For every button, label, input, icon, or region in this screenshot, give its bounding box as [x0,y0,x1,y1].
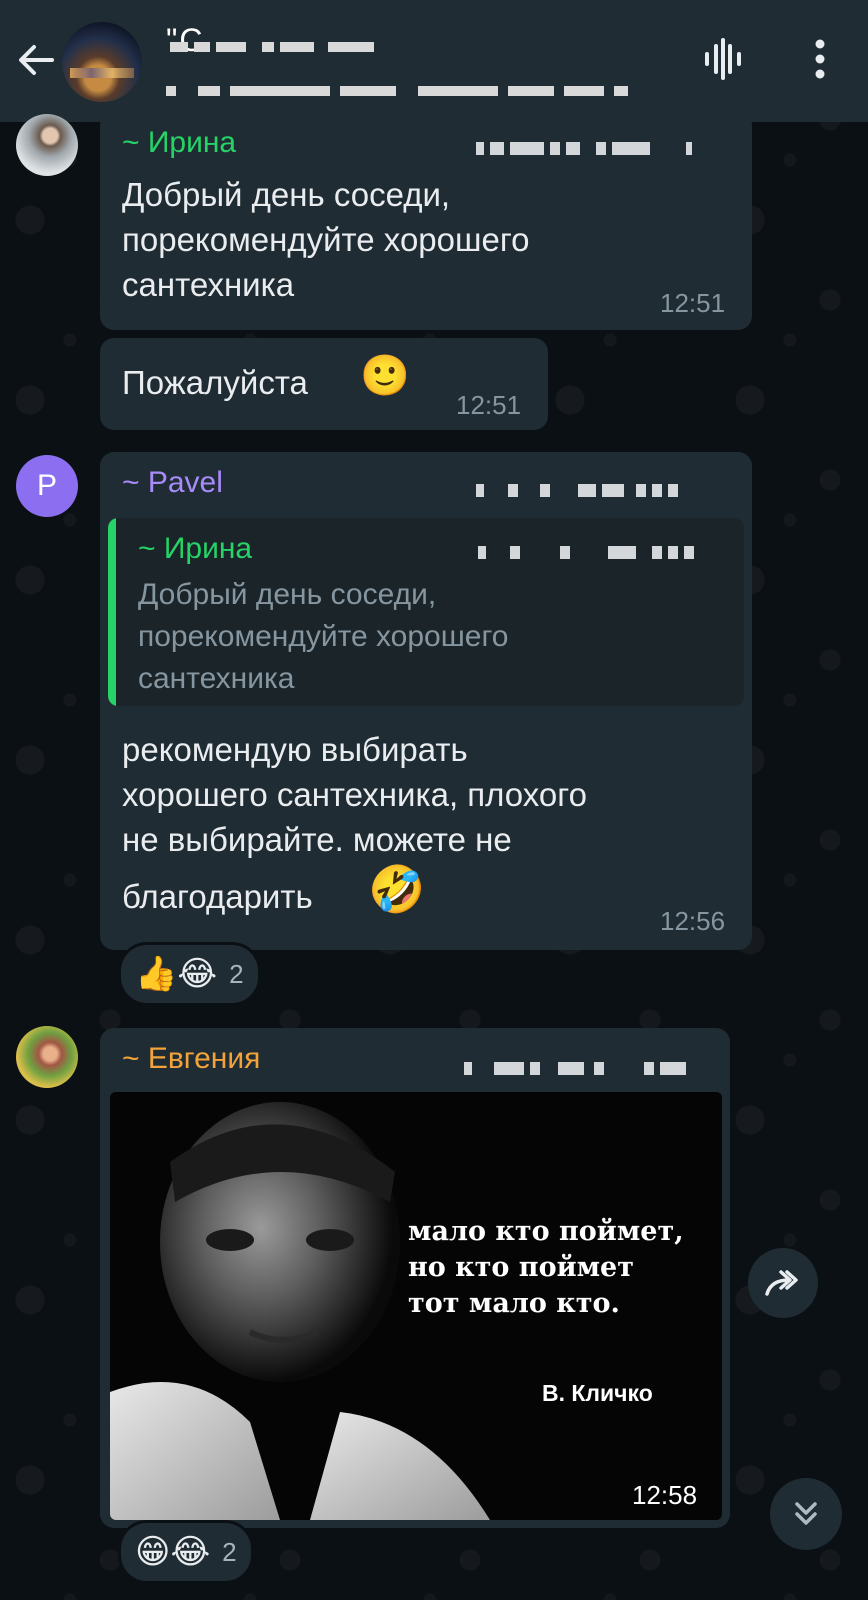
phone-blurred [478,544,700,562]
message-time: 12:51 [660,288,726,318]
title-blurred [170,38,374,56]
phone-blurred [476,140,698,158]
rofl-emoji-icon: 🤣 [368,863,426,915]
image-caption-line: тот мало кто. [408,1288,620,1319]
smile-emoji-icon: 🙂 [360,354,410,398]
group-avatar[interactable] [62,22,142,102]
message-time: 12:51 [456,390,522,420]
more-vertical-icon[interactable] [800,36,840,82]
message-time: 12:58 [632,1480,698,1510]
sender-name[interactable]: ~ Евгения [122,1042,260,1076]
message-time: 12:56 [660,906,726,936]
avatar[interactable]: P [16,455,78,517]
double-chevron-down-icon [795,1502,817,1525]
reactions-badge[interactable]: 👍😂 2 [118,942,261,1006]
sender-name[interactable]: ~ Ирина [122,126,236,160]
forward-icon [765,1270,798,1296]
message-text: благодарить [122,878,313,915]
message-text: Добрый день соседи, порекомендуйте хорош… [122,176,530,303]
image-caption-line: но кто поймет [408,1252,634,1283]
subtitle-blurred [166,82,628,100]
avatar[interactable] [16,1026,78,1088]
image-caption-author: В. Кличко [542,1380,653,1406]
forward-button[interactable] [748,1248,818,1318]
reply-accent-bar [108,518,116,706]
reply-quote[interactable]: ~ Ирина Добрый день соседи, порекомендуй… [108,518,744,706]
avatar[interactable] [16,114,78,176]
message-bubble[interactable]: ~ Ирина Добрый день соседи, порекомендуй… [100,112,752,330]
image-caption-line: мало кто поймет, [408,1216,684,1247]
scroll-to-bottom-button[interactable] [770,1478,842,1550]
reaction-count: 2 [229,958,244,989]
phone-blurred [464,1060,692,1078]
message-text: рекомендую выбирать [122,731,468,768]
voice-wave-icon[interactable] [700,36,746,82]
reaction-count: 2 [222,1536,237,1567]
message-text: хорошего сантехника, плохого [122,776,587,813]
message-text: не выбирайте. можете не [122,821,512,858]
shared-image[interactable]: мало кто поймет, но кто поймет тот мало … [110,1092,722,1520]
phone-blurred [476,482,684,500]
reaction-emojis: 😁😂 [135,1533,211,1571]
reply-text: Добрый день соседи, порекомендуйте хорош… [138,578,509,695]
reaction-emojis: 👍😂 [135,955,218,993]
message-text: Пожалуйста [122,364,308,401]
sender-name[interactable]: ~ Pavel [122,466,223,500]
chat-header: "С [0,0,868,122]
reply-sender: ~ Ирина [138,532,253,565]
message-bubble[interactable]: Пожалуйста 🙂 12:51 [100,338,548,430]
reactions-badge[interactable]: 😁😂 2 [118,1520,254,1584]
arrow-left-icon[interactable] [14,38,58,82]
